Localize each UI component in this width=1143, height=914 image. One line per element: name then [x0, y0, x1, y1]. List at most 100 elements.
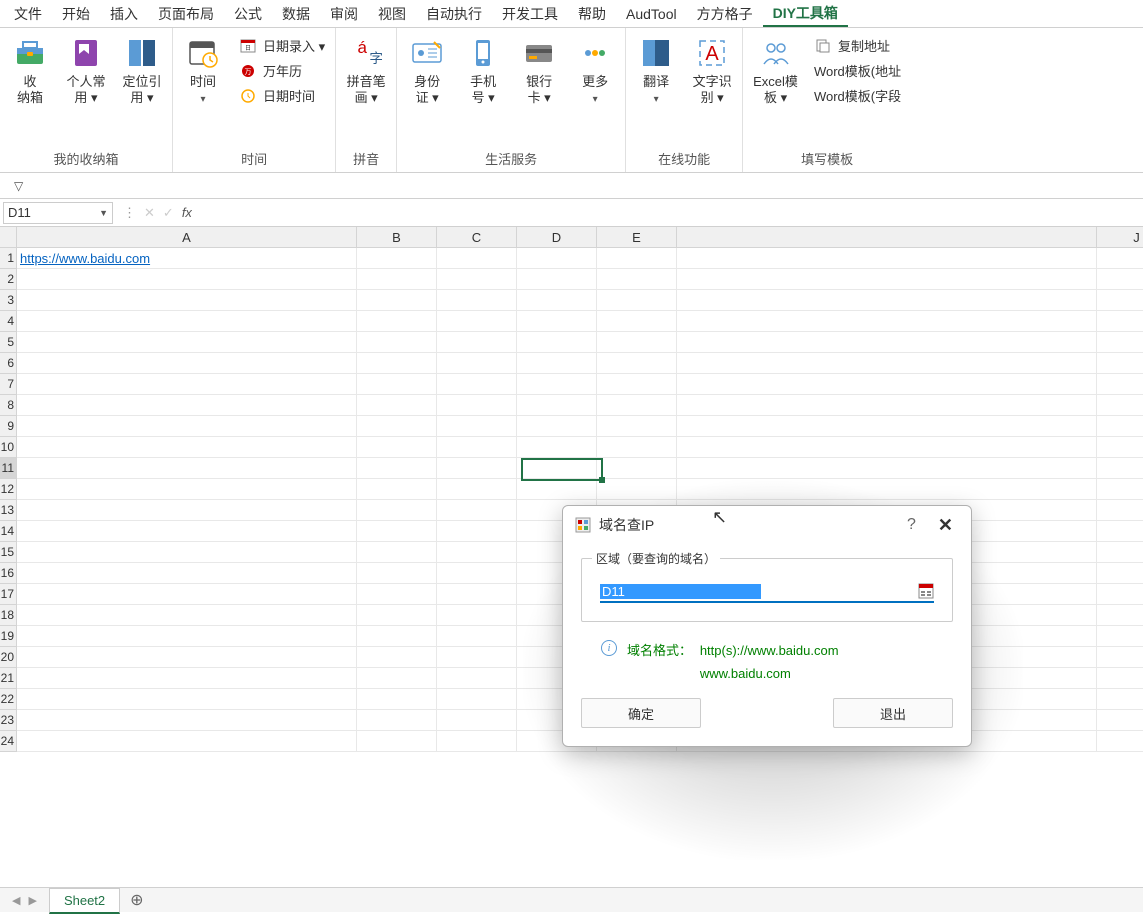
- range-picker-icon[interactable]: [918, 583, 934, 599]
- menu-开发工具[interactable]: 开发工具: [492, 0, 568, 27]
- phone-btn[interactable]: 手机号 ▾: [459, 32, 507, 106]
- cell[interactable]: [437, 647, 517, 668]
- cell[interactable]: [597, 269, 677, 290]
- row-header-3[interactable]: 3: [0, 290, 17, 311]
- cell[interactable]: [357, 290, 437, 311]
- menu-AudTool[interactable]: AudTool: [616, 0, 687, 27]
- more-btn[interactable]: 更多▾: [571, 32, 619, 106]
- row-header-16[interactable]: 16: [0, 563, 17, 584]
- cell[interactable]: [1097, 332, 1143, 353]
- cell[interactable]: [597, 458, 677, 479]
- cell[interactable]: [1097, 458, 1143, 479]
- row-header-8[interactable]: 8: [0, 395, 17, 416]
- cell[interactable]: [357, 500, 437, 521]
- cell[interactable]: [357, 332, 437, 353]
- col-header-hidden[interactable]: [677, 227, 1097, 248]
- menu-视图[interactable]: 视图: [368, 0, 416, 27]
- cell[interactable]: [357, 248, 437, 269]
- row-header-14[interactable]: 14: [0, 521, 17, 542]
- ribbon-collapse-btn[interactable]: ▽: [14, 179, 23, 193]
- cell[interactable]: [357, 584, 437, 605]
- translate-btn[interactable]: 翻译▾: [632, 32, 680, 106]
- date-input-item[interactable]: 日日期录入 ▾: [235, 34, 329, 57]
- cell[interactable]: [1097, 626, 1143, 647]
- cell[interactable]: [1097, 563, 1143, 584]
- col-header-E[interactable]: E: [597, 227, 677, 248]
- cell[interactable]: [437, 605, 517, 626]
- ok-button[interactable]: 确定: [581, 698, 701, 728]
- cell[interactable]: [357, 416, 437, 437]
- row-header-10[interactable]: 10: [0, 437, 17, 458]
- cell[interactable]: [597, 479, 677, 500]
- cell[interactable]: [437, 584, 517, 605]
- bank-btn[interactable]: 银行卡 ▾: [515, 32, 563, 106]
- fx-icon[interactable]: fx: [182, 205, 192, 220]
- cell[interactable]: [1097, 668, 1143, 689]
- cell[interactable]: [437, 374, 517, 395]
- menu-DIY工具箱[interactable]: DIY工具箱: [763, 0, 848, 27]
- calendar-item[interactable]: 万万年历: [235, 59, 329, 82]
- cell[interactable]: [17, 605, 357, 626]
- cell[interactable]: [357, 710, 437, 731]
- cell[interactable]: [1097, 437, 1143, 458]
- cell[interactable]: [17, 710, 357, 731]
- sheet-tab[interactable]: Sheet2: [49, 888, 120, 914]
- cell[interactable]: [1097, 605, 1143, 626]
- copy-addr-item[interactable]: 复制地址: [810, 34, 905, 57]
- cell[interactable]: [517, 353, 597, 374]
- cell[interactable]: [517, 374, 597, 395]
- cell[interactable]: [17, 542, 357, 563]
- add-sheet-button[interactable]: ⊕: [130, 890, 143, 910]
- menu-帮助[interactable]: 帮助: [568, 0, 616, 27]
- cell[interactable]: [17, 668, 357, 689]
- row-header-19[interactable]: 19: [0, 626, 17, 647]
- name-box[interactable]: D11 ▼: [3, 202, 113, 224]
- cell[interactable]: [17, 353, 357, 374]
- cell[interactable]: [17, 290, 357, 311]
- locate-btn[interactable]: 定位引用 ▾: [118, 32, 166, 106]
- cell[interactable]: [597, 248, 677, 269]
- cell[interactable]: [1097, 269, 1143, 290]
- cell[interactable]: [437, 437, 517, 458]
- cell[interactable]: [437, 332, 517, 353]
- word-tpl-field-item[interactable]: Word模板(字段: [810, 84, 905, 107]
- range-input[interactable]: D11: [600, 584, 761, 599]
- excel-tpl-btn[interactable]: Excel模板 ▾: [749, 32, 802, 106]
- row-header-9[interactable]: 9: [0, 416, 17, 437]
- cell[interactable]: [597, 311, 677, 332]
- cell[interactable]: [17, 311, 357, 332]
- cell[interactable]: [1097, 416, 1143, 437]
- cell[interactable]: [17, 584, 357, 605]
- row-header-23[interactable]: 23: [0, 710, 17, 731]
- cell[interactable]: [597, 374, 677, 395]
- cell[interactable]: [1097, 731, 1143, 752]
- cell[interactable]: [17, 395, 357, 416]
- cell[interactable]: [437, 563, 517, 584]
- cell[interactable]: [677, 311, 1097, 332]
- menu-开始[interactable]: 开始: [52, 0, 100, 27]
- pinyin-btn[interactable]: á字 拼音笔画 ▾: [342, 32, 390, 106]
- menu-审阅[interactable]: 审阅: [320, 0, 368, 27]
- cell[interactable]: [17, 626, 357, 647]
- cell[interactable]: [357, 689, 437, 710]
- row-header-1[interactable]: 1: [0, 248, 17, 269]
- cell[interactable]: [437, 311, 517, 332]
- cell[interactable]: [677, 479, 1097, 500]
- cell[interactable]: [437, 500, 517, 521]
- cell[interactable]: [357, 563, 437, 584]
- cell[interactable]: [357, 269, 437, 290]
- personal-btn[interactable]: 个人常用 ▾: [62, 32, 110, 106]
- row-header-20[interactable]: 20: [0, 647, 17, 668]
- cell[interactable]: [517, 437, 597, 458]
- cell[interactable]: [677, 353, 1097, 374]
- row-header-13[interactable]: 13: [0, 500, 17, 521]
- cell[interactable]: [597, 353, 677, 374]
- dialog-help-button[interactable]: ?: [899, 516, 924, 534]
- menu-数据[interactable]: 数据: [272, 0, 320, 27]
- cell[interactable]: [17, 563, 357, 584]
- menu-公式[interactable]: 公式: [224, 0, 272, 27]
- cell[interactable]: [437, 479, 517, 500]
- dialog-close-button[interactable]: ✕: [932, 515, 959, 536]
- cell[interactable]: [17, 332, 357, 353]
- col-header-A[interactable]: A: [17, 227, 357, 248]
